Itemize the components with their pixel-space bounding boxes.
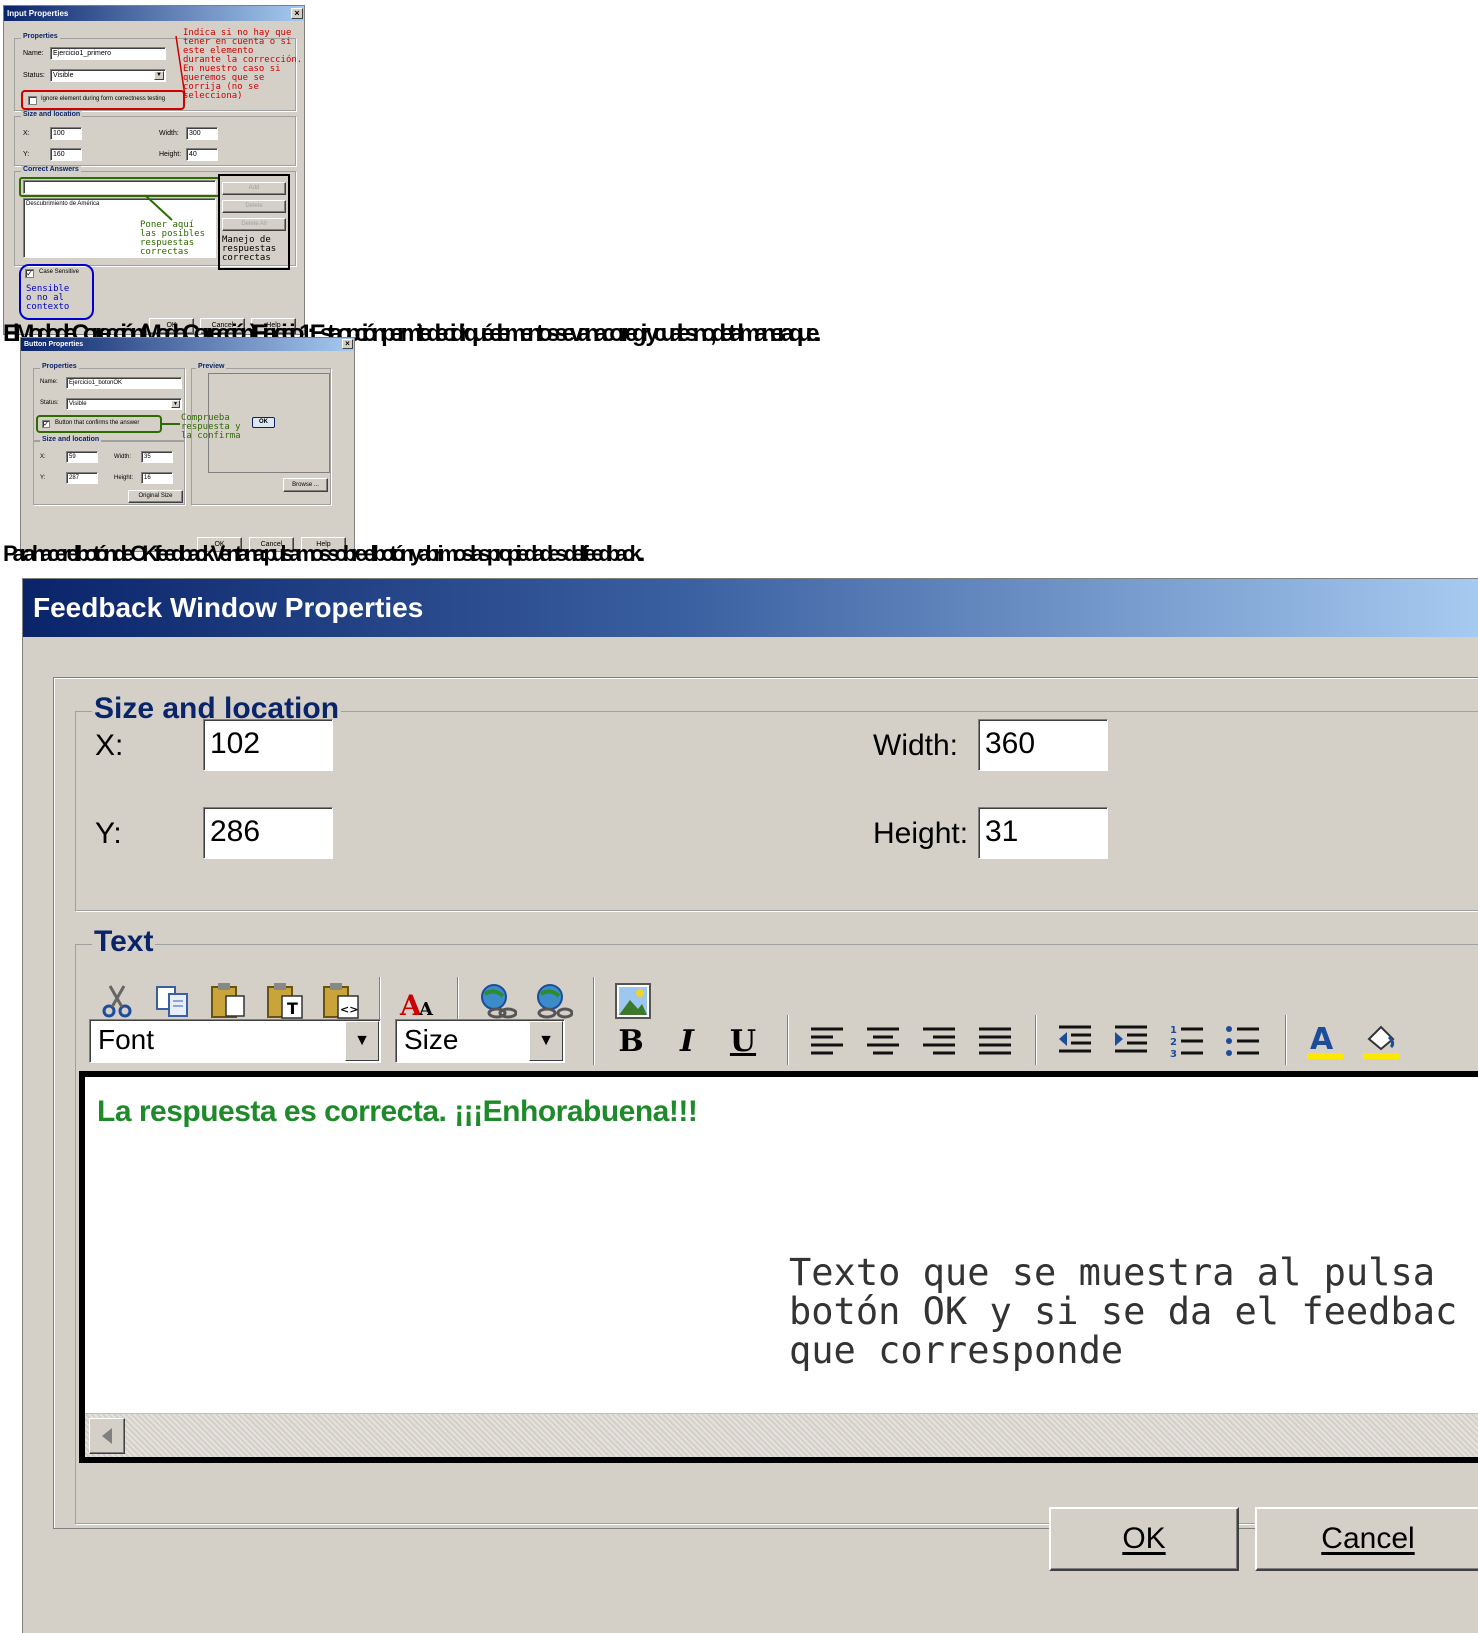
highlight-color-icon[interactable]: [1359, 1019, 1403, 1063]
case-annotation: Sensible o no al contexto: [26, 284, 70, 312]
ok-preview-label: OK: [259, 419, 268, 425]
chevron-down-icon: ▼: [345, 1021, 379, 1061]
bullet-list-icon[interactable]: [1221, 1019, 1265, 1063]
paste-html-icon[interactable]: <>: [319, 979, 363, 1023]
overlapping-text-line-2: Para hacer el botón de OK feedback Venta…: [3, 541, 1303, 569]
svg-text:2: 2: [1170, 1037, 1177, 1048]
outdent-icon[interactable]: [1053, 1019, 1097, 1063]
status-value: Visible: [69, 401, 87, 407]
editor-content: La respuesta es correcta. ¡¡¡Enhorabuena…: [97, 1095, 698, 1128]
underline-label: U: [729, 1023, 757, 1059]
font-select-value: Font: [98, 1024, 155, 1055]
unlink-icon[interactable]: [531, 979, 575, 1023]
pointer-line: [145, 195, 173, 221]
copy-icon[interactable]: [151, 979, 195, 1023]
y-input[interactable]: 287: [66, 472, 98, 484]
status-label: Status:: [40, 400, 59, 406]
cancel-label: Cancel: [1321, 1522, 1415, 1555]
status-select[interactable]: Visible ▼: [66, 398, 182, 410]
confirm-highlight: [36, 415, 162, 433]
svg-text:3: 3: [1170, 1049, 1177, 1059]
italic-button[interactable]: I: [665, 1019, 709, 1063]
toolbar-separator: [787, 1015, 789, 1065]
width-label: Width:: [873, 729, 959, 762]
chevron-left-icon: [102, 1428, 112, 1444]
x-label: X:: [95, 729, 124, 762]
text-color-icon[interactable]: A: [1303, 1019, 1347, 1063]
font-select[interactable]: Font ▼: [89, 1019, 381, 1063]
italic-label: I: [679, 1023, 695, 1059]
cut-icon[interactable]: [95, 979, 139, 1023]
y-input[interactable]: 286: [203, 807, 333, 859]
title-bar: Button Properties: [21, 338, 354, 351]
browse-button[interactable]: Browse ...: [283, 478, 328, 492]
name-input[interactable]: Ejercicio1_botonOK: [66, 377, 182, 389]
close-icon[interactable]: ×: [342, 339, 353, 349]
paste-icon[interactable]: [207, 979, 251, 1023]
align-right-icon[interactable]: [917, 1019, 961, 1063]
svg-text:1: 1: [1170, 1025, 1177, 1036]
paste-text-icon[interactable]: T: [263, 979, 307, 1023]
numbered-list-icon[interactable]: 123: [1165, 1019, 1209, 1063]
align-left-icon[interactable]: [805, 1019, 849, 1063]
svg-text:T: T: [287, 999, 298, 1018]
bold-label: B: [618, 1023, 644, 1059]
svg-text:<>: <>: [340, 1003, 358, 1016]
cancel-button[interactable]: Cancel: [1255, 1507, 1478, 1571]
ok-preview-button: OK: [252, 417, 275, 428]
y-label: Y:: [95, 817, 122, 850]
width-label: Width:: [114, 454, 132, 460]
name-label: Name:: [40, 379, 58, 385]
horizontal-scrollbar[interactable]: [85, 1413, 1478, 1457]
align-center-icon[interactable]: [861, 1019, 905, 1063]
width-input[interactable]: 360: [978, 719, 1108, 771]
chevron-down-icon: ▼: [171, 400, 180, 408]
group-label: Preview: [196, 363, 227, 370]
button-properties-dialog: Button Properties × Properties Name: Eje…: [20, 337, 355, 552]
svg-text:A: A: [418, 999, 434, 1020]
group-label: Text: [92, 925, 156, 959]
text-annotation: Texto que se muestra al pulsa botón OK y…: [789, 1251, 1458, 1372]
font-size-icon[interactable]: AA: [397, 979, 441, 1023]
toolbar-separator: [1035, 1015, 1037, 1065]
dialog-title: Feedback Window Properties: [33, 592, 424, 623]
dialog-title: Button Properties: [24, 341, 84, 348]
group-label: Size and location: [40, 436, 102, 443]
original-size-button[interactable]: Original Size: [128, 490, 183, 503]
toolbar-separator: [1285, 1015, 1287, 1065]
height-input[interactable]: 31: [978, 807, 1108, 859]
ignore-annotation: Indica si no hay que tener en cuenta o s…: [183, 28, 303, 101]
height-input[interactable]: 16: [141, 472, 173, 484]
link-icon[interactable]: [475, 979, 519, 1023]
text-layer: Para hacer el botón de OK feedback Venta…: [3, 541, 645, 566]
x-input[interactable]: 102: [203, 719, 333, 771]
title-bar: Feedback Window Properties: [23, 579, 1478, 637]
scroll-left-button[interactable]: [89, 1418, 125, 1454]
indent-icon[interactable]: [1109, 1019, 1153, 1063]
size-select[interactable]: Size ▼: [395, 1019, 565, 1063]
width-input[interactable]: 35: [141, 451, 173, 463]
height-label: Height:: [873, 817, 969, 850]
ok-label: OK: [1122, 1522, 1166, 1555]
justify-icon[interactable]: [973, 1019, 1017, 1063]
toolbar-separator: [593, 1015, 595, 1065]
size-select-value: Size: [404, 1024, 459, 1055]
svg-text:A: A: [1310, 1022, 1334, 1057]
ok-button[interactable]: OK: [1049, 1507, 1239, 1571]
confirm-pointer-line: [162, 423, 180, 425]
x-label: X:: [40, 454, 46, 460]
underline-button[interactable]: U: [721, 1019, 765, 1063]
bold-button[interactable]: B: [609, 1019, 653, 1063]
x-input[interactable]: 59: [66, 451, 98, 463]
group-label: Properties: [40, 363, 79, 370]
feedback-window-dialog: Feedback Window Properties Size and loca…: [22, 578, 1478, 1633]
image-icon[interactable]: [611, 979, 655, 1023]
height-label: Height:: [114, 475, 134, 481]
y-label: Y:: [40, 475, 46, 481]
chevron-down-icon: ▼: [529, 1021, 563, 1061]
